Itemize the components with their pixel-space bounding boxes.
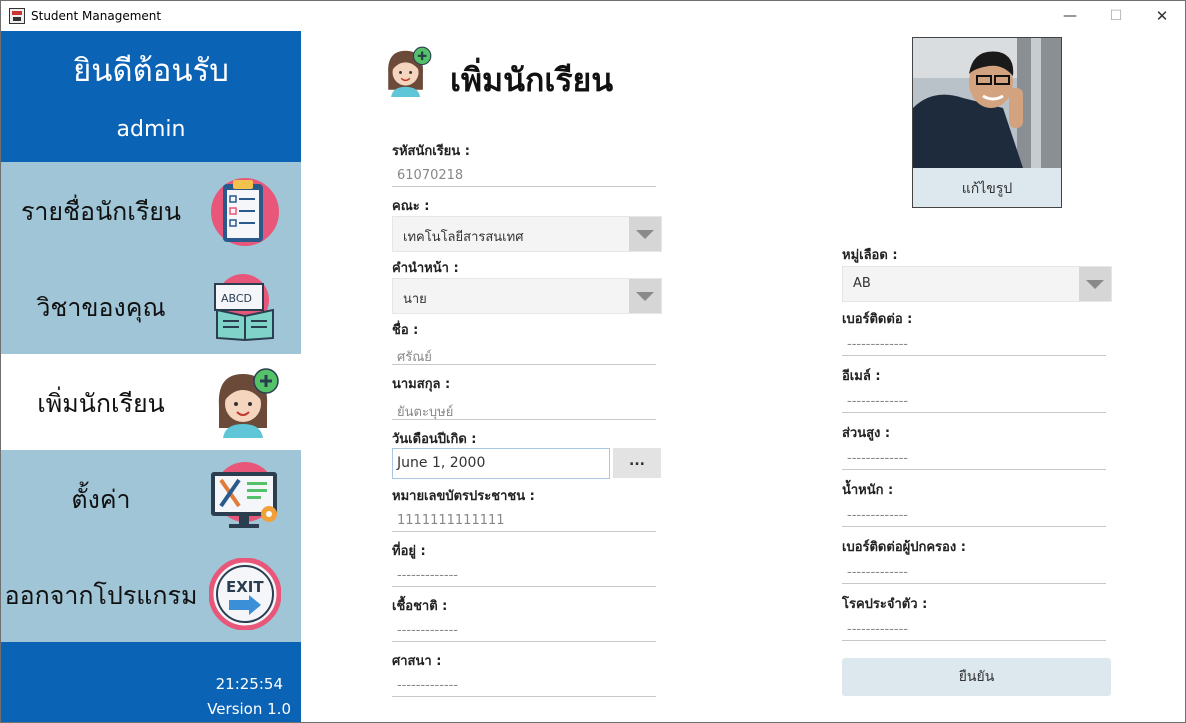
religion-label: ศาสนา : bbox=[392, 654, 442, 669]
version-label: Version 1.0 bbox=[207, 700, 291, 718]
page-title: เพิ่มนักเรียน bbox=[450, 61, 614, 99]
birthdate-label: วันเดือนปีเกิด : bbox=[392, 432, 477, 447]
photo-panel: แก้ไขรูป bbox=[912, 37, 1062, 208]
clock: 21:25:54 bbox=[215, 675, 283, 693]
app-window: Student Management — ☐ ✕ ยินดีต้อนรับ ad… bbox=[0, 0, 1186, 723]
weight-underline bbox=[842, 526, 1106, 527]
sidebar-item-student-list[interactable]: รายชื่อนักเรียน bbox=[1, 162, 301, 258]
sidebar-item-settings[interactable]: ตั้งค่า bbox=[1, 450, 301, 546]
last-name-underline bbox=[392, 419, 656, 420]
religion-field[interactable]: ------------- bbox=[397, 678, 458, 693]
ethnicity-field[interactable]: ------------- bbox=[397, 623, 458, 638]
parent-phone-underline bbox=[842, 583, 1106, 584]
weight-label: น้ำหนัก : bbox=[842, 483, 894, 498]
student-photo bbox=[913, 38, 1061, 168]
email-field[interactable]: ------------- bbox=[847, 394, 908, 409]
title-bar: Student Management — ☐ ✕ bbox=[1, 1, 1185, 31]
parent-phone-field[interactable]: ------------- bbox=[847, 565, 908, 580]
disease-field[interactable]: ------------- bbox=[847, 622, 908, 637]
id-card-underline bbox=[392, 531, 656, 532]
sidebar-item-label: วิชาของคุณ bbox=[36, 293, 166, 322]
height-label: ส่วนสูง : bbox=[842, 426, 891, 441]
first-name-label: ชื่อ : bbox=[392, 323, 419, 338]
email-underline bbox=[842, 412, 1106, 413]
height-field[interactable]: ------------- bbox=[847, 451, 908, 466]
settings-tools-icon bbox=[211, 462, 277, 528]
id-card-field[interactable]: 1111111111111 bbox=[397, 513, 505, 528]
prefix-select[interactable]: นาย bbox=[392, 278, 662, 314]
phone-field[interactable]: ------------- bbox=[847, 337, 908, 352]
birthdate-field[interactable]: June 1, 2000 bbox=[392, 448, 610, 479]
sidebar-item-exit[interactable]: ออกจากโปรแกรม EXIT bbox=[1, 546, 301, 642]
sidebar-item-label: เพิ่มนักเรียน bbox=[37, 389, 165, 418]
address-underline bbox=[392, 586, 656, 587]
confirm-button[interactable]: ยืนยัน bbox=[842, 658, 1111, 696]
student-id-underline bbox=[392, 186, 656, 187]
email-label: อีเมล์ : bbox=[842, 369, 881, 384]
sidebar-header: ยินดีต้อนรับ admin bbox=[1, 31, 301, 162]
sidebar-footer: 21:25:54 Version 1.0 bbox=[1, 642, 301, 722]
phone-underline bbox=[842, 355, 1106, 356]
weight-field[interactable]: ------------- bbox=[847, 508, 908, 523]
maximize-button[interactable]: ☐ bbox=[1093, 1, 1139, 31]
sidebar: ยินดีต้อนรับ admin รายชื่อนักเรียน วิชาข… bbox=[1, 31, 301, 722]
svg-text:EXIT: EXIT bbox=[226, 578, 264, 596]
chevron-down-icon[interactable] bbox=[629, 217, 661, 251]
sidebar-item-label: ตั้งค่า bbox=[71, 485, 131, 514]
prefix-selected-value: นาย bbox=[403, 292, 427, 307]
add-student-icon bbox=[218, 368, 279, 438]
username: admin bbox=[116, 117, 186, 142]
blood-type-label: หมู่เลือด : bbox=[842, 248, 898, 263]
student-id-label: รหัสนักเรียน : bbox=[392, 144, 470, 159]
add-student-icon bbox=[388, 46, 432, 97]
minimize-button[interactable]: — bbox=[1047, 1, 1093, 31]
blood-type-select[interactable]: AB bbox=[842, 266, 1112, 302]
parent-phone-label: เบอร์ติดต่อผู้ปกครอง : bbox=[842, 540, 966, 555]
sidebar-item-add-student[interactable]: เพิ่มนักเรียน bbox=[1, 354, 301, 450]
chevron-down-icon[interactable] bbox=[629, 279, 661, 313]
sidebar-item-label: ออกจากโปรแกรม bbox=[4, 581, 198, 610]
blood-type-selected-value: AB bbox=[853, 276, 871, 291]
welcome-text: ยินดีต้อนรับ bbox=[73, 53, 229, 89]
svg-text:ABCD: ABCD bbox=[221, 292, 252, 305]
clipboard-list-icon bbox=[211, 178, 279, 246]
id-card-label: หมายเลขบัตรประชาชน : bbox=[392, 489, 535, 504]
student-id-field[interactable]: 61070218 bbox=[397, 168, 463, 183]
book-abcd-icon: ABCD bbox=[214, 274, 274, 342]
faculty-label: คณะ : bbox=[392, 199, 430, 214]
disease-label: โรคประจำตัว : bbox=[842, 597, 928, 612]
prefix-label: คำนำหน้า : bbox=[392, 261, 459, 276]
sidebar-item-label: รายชื่อนักเรียน bbox=[20, 197, 182, 226]
edit-photo-button[interactable]: แก้ไขรูป bbox=[913, 178, 1061, 200]
first-name-underline bbox=[392, 364, 656, 365]
faculty-selected-value: เทคโนโลยีสารสนเทศ bbox=[403, 230, 524, 245]
sidebar-item-courses[interactable]: วิชาของคุณ ABCD bbox=[1, 258, 301, 354]
chevron-down-icon[interactable] bbox=[1079, 267, 1111, 301]
date-picker-button[interactable]: ... bbox=[613, 448, 661, 478]
window-title: Student Management bbox=[31, 9, 162, 23]
disease-underline bbox=[842, 640, 1106, 641]
address-label: ที่อยู่ : bbox=[392, 544, 426, 559]
height-underline bbox=[842, 469, 1106, 470]
religion-underline bbox=[392, 696, 656, 697]
birthdate-value: June 1, 2000 bbox=[397, 455, 486, 471]
phone-label: เบอร์ติดต่อ : bbox=[842, 312, 913, 327]
address-field[interactable]: ------------- bbox=[397, 568, 458, 583]
ethnicity-label: เชื้อชาติ : bbox=[392, 599, 448, 614]
last-name-label: นามสกุล : bbox=[392, 377, 451, 392]
exit-icon: EXIT bbox=[209, 558, 281, 630]
ethnicity-underline bbox=[392, 641, 656, 642]
faculty-select[interactable]: เทคโนโลยีสารสนเทศ bbox=[392, 216, 662, 252]
app-icon bbox=[9, 8, 25, 24]
close-button[interactable]: ✕ bbox=[1139, 1, 1185, 31]
